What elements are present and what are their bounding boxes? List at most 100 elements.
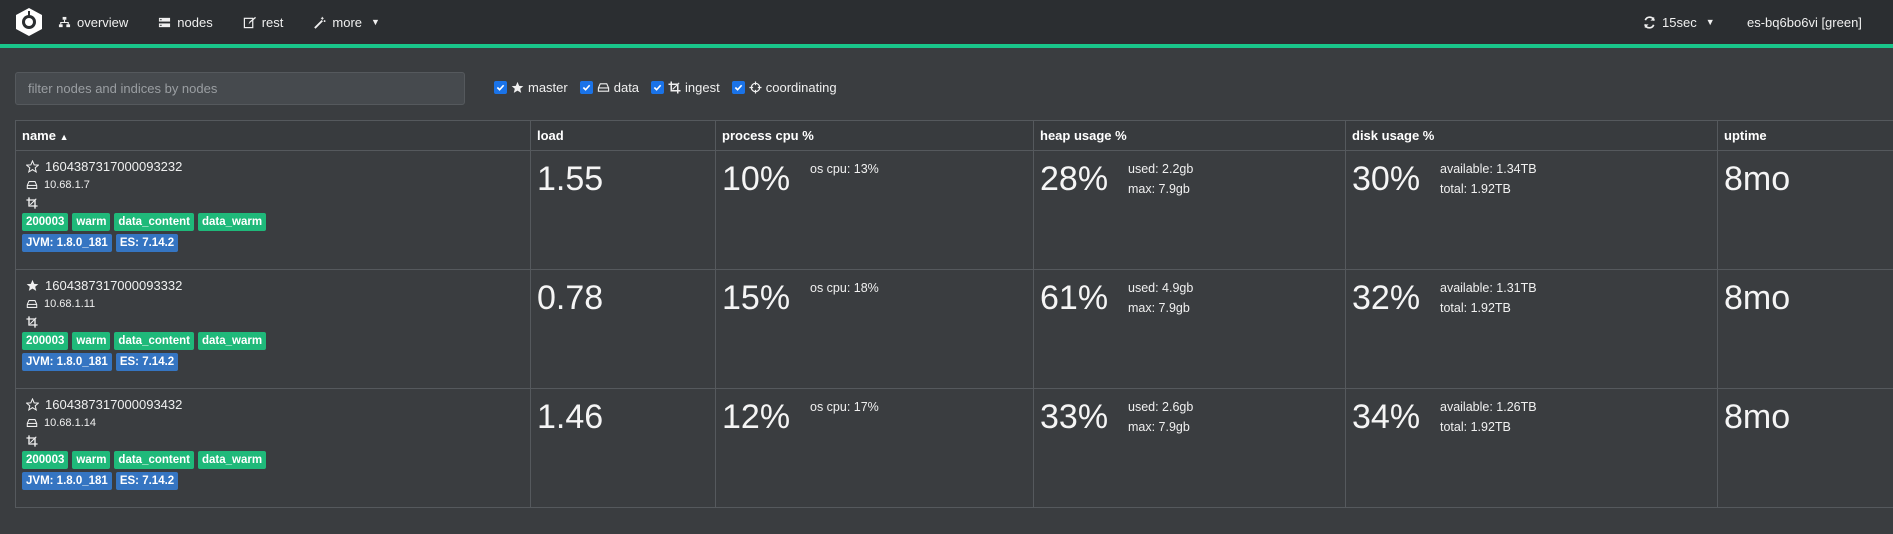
star-icon [511, 81, 524, 93]
node-ip: 10.68.1.7 [44, 179, 90, 191]
load-value: 1.46 [537, 398, 604, 436]
cluster-name[interactable]: es-bq6bo6vi [green] [1747, 0, 1862, 44]
role-filter-coordinating[interactable]: coordinating [731, 80, 837, 95]
top-navbar: overview nodes rest more ▼ 15sec ▼ es-bq… [0, 0, 1893, 44]
column-header-cpu[interactable]: process cpu % [715, 120, 1034, 151]
tag-attr: warm [72, 332, 111, 350]
tag-attr: warm [72, 451, 111, 469]
tag-attr: data_warm [198, 332, 267, 350]
node-name[interactable]: 1604387317000093332 [45, 278, 182, 293]
nav-rest[interactable]: rest [243, 15, 283, 30]
disk-cell: 30% available: 1.34TB total: 1.92TB [1345, 150, 1718, 270]
checkbox-checked-icon[interactable] [579, 81, 593, 94]
heap-cell: 33% used: 2.6gb max: 7.9gb [1033, 388, 1346, 508]
crop-icon [26, 316, 38, 328]
disk-cell: 34% available: 1.26TB total: 1.92TB [1345, 388, 1718, 508]
disk-total: total: 1.92TB [1440, 182, 1511, 196]
node-name-cell: 1604387317000093432 10.68.1.14 200003 wa… [15, 388, 531, 508]
node-version-tags: JVM: 1.8.0_181 ES: 7.14.2 [22, 234, 524, 252]
cluster-name-label: es-bq6bo6vi [green] [1747, 14, 1862, 30]
hdd-icon [597, 83, 609, 92]
uptime-cell: 8mo [1717, 150, 1893, 270]
role-filter-data[interactable]: data [579, 80, 640, 95]
cpu-cell: 12% os cpu: 17% [715, 388, 1034, 508]
role-filter-label: master [528, 80, 568, 95]
crop-icon [668, 81, 681, 94]
star-outline-icon [26, 160, 39, 173]
crosshairs-icon [749, 81, 762, 94]
uptime-value: 8mo [1724, 279, 1791, 317]
node-name[interactable]: 1604387317000093432 [45, 397, 182, 412]
magic-wand-icon [314, 16, 326, 29]
role-filters: master data ingest coordinating [494, 80, 849, 95]
jvm-version-badge: JVM: 1.8.0_181 [22, 472, 112, 490]
node-name-cell: 1604387317000093332 10.68.1.11 200003 wa… [15, 269, 531, 389]
nav-more-dropdown[interactable]: more ▼ [313, 15, 380, 30]
os-cpu: os cpu: 17% [810, 400, 879, 414]
column-header-heap[interactable]: heap usage % [1033, 120, 1346, 151]
nav-nodes-label: nodes [177, 14, 213, 30]
role-filter-ingest[interactable]: ingest [651, 80, 720, 95]
node-attribute-tags: 200003 warm data_content data_warm [22, 213, 524, 231]
nav-overview[interactable]: overview [58, 15, 128, 30]
disk-available: available: 1.31TB [1440, 281, 1537, 295]
cpu-value: 12% [722, 398, 791, 436]
uptime-cell: 8mo [1717, 269, 1893, 389]
checkbox-checked-icon[interactable] [494, 81, 507, 94]
column-header-name[interactable]: name ▲ [15, 120, 531, 151]
edit-icon [243, 16, 256, 28]
column-header-uptime[interactable]: uptime [1717, 120, 1893, 151]
role-filter-master[interactable]: master [494, 80, 568, 95]
disk-total: total: 1.92TB [1440, 301, 1511, 315]
cpu-value: 10% [722, 160, 791, 198]
role-filter-label: data [613, 80, 640, 95]
table-row: 1604387317000093232 10.68.1.7 200003 war… [15, 150, 1893, 270]
heap-value: 33% [1040, 398, 1109, 436]
cpu-cell: 10% os cpu: 13% [715, 150, 1034, 270]
es-version-badge: ES: 7.14.2 [115, 234, 179, 252]
disk-value: 30% [1352, 160, 1421, 198]
table-header-row: name ▲ load process cpu % heap usage % d… [15, 120, 1893, 151]
load-cell: 1.46 [530, 388, 716, 508]
checkbox-checked-icon[interactable] [651, 81, 665, 94]
heap-used: used: 2.6gb [1128, 400, 1194, 414]
heap-max: max: 7.9gb [1128, 182, 1190, 196]
crop-icon [26, 197, 38, 209]
hdd-icon [26, 181, 38, 189]
nav-nodes[interactable]: nodes [158, 14, 213, 30]
heap-value: 61% [1040, 279, 1109, 317]
tag-attr: warm [72, 213, 111, 231]
role-filter-label: coordinating [765, 80, 837, 95]
role-filter-label: ingest [685, 80, 720, 95]
load-cell: 1.55 [530, 150, 716, 270]
hdd-icon [26, 419, 38, 427]
column-header-disk[interactable]: disk usage % [1345, 120, 1718, 151]
node-name[interactable]: 1604387317000093232 [45, 159, 182, 174]
refresh-interval-dropdown[interactable]: 15sec ▼ [1643, 0, 1715, 44]
tag-attr: data_warm [198, 213, 267, 231]
node-filter-input[interactable] [15, 72, 465, 105]
heap-max: max: 7.9gb [1128, 301, 1190, 315]
checkbox-checked-icon[interactable] [731, 81, 745, 94]
refresh-interval-label: 15sec [1662, 14, 1697, 30]
node-name-cell: 1604387317000093232 10.68.1.7 200003 war… [15, 150, 531, 270]
sort-asc-icon: ▲ [59, 132, 69, 142]
hdd-icon [26, 300, 38, 308]
tag-attr: 200003 [22, 332, 69, 350]
heap-max: max: 7.9gb [1128, 420, 1190, 434]
sitemap-icon [58, 16, 71, 27]
cerebro-logo-icon[interactable] [14, 7, 44, 37]
jvm-version-badge: JVM: 1.8.0_181 [22, 353, 112, 371]
load-value: 0.78 [537, 279, 604, 317]
table-row: 1604387317000093432 10.68.1.14 200003 wa… [15, 388, 1893, 508]
node-version-tags: JVM: 1.8.0_181 ES: 7.14.2 [22, 353, 524, 371]
heap-used: used: 4.9gb [1128, 281, 1194, 295]
nodes-table: name ▲ load process cpu % heap usage % d… [15, 120, 1893, 508]
tag-attr: data_content [114, 332, 194, 350]
heap-used: used: 2.2gb [1128, 162, 1194, 176]
uptime-cell: 8mo [1717, 388, 1893, 508]
column-header-load[interactable]: load [530, 120, 716, 151]
refresh-icon [1644, 15, 1655, 29]
jvm-version-badge: JVM: 1.8.0_181 [22, 234, 112, 252]
nav-more-label: more [332, 14, 363, 30]
